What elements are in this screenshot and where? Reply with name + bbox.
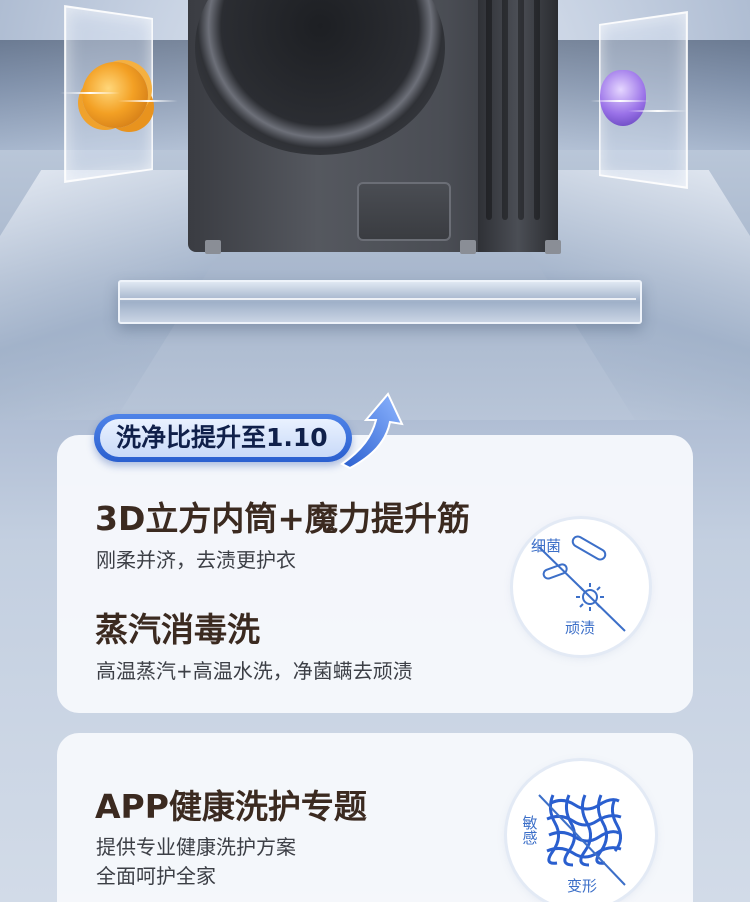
feature-subtitle: 刚柔并济，去渍更护衣: [96, 548, 296, 572]
side-groove: [486, 0, 492, 220]
sparkle-line: [628, 110, 688, 112]
feature-title: 蒸汽消毒洗: [95, 610, 260, 649]
feature-subtitle: 提供专业健康洗护方案: [96, 835, 296, 859]
platform-highlight: [120, 298, 636, 300]
filter-drawer: [357, 182, 451, 241]
icon-label: 变形: [567, 877, 598, 895]
mite-illustration: [600, 70, 646, 126]
fabric-mesh-badge: 敏感 变形: [507, 761, 655, 902]
side-groove: [534, 0, 540, 220]
icon-label: 敏感: [520, 815, 539, 845]
machine-foot: [460, 240, 476, 254]
feature-subtitle: 全面呵护全家: [96, 864, 216, 888]
bacteria-illustration: [82, 62, 148, 128]
product-page: 洗净比提升至1.10 3D立方内筒+魔力提升筋 刚柔并济，去渍更护衣 蒸汽消毒洗…: [0, 0, 750, 902]
side-groove: [518, 0, 524, 220]
feature-subtitle: 高温蒸汽+高温水洗，净菌螨去顽渍: [96, 659, 413, 683]
display-platform: [118, 280, 642, 324]
hero-image: [0, 0, 750, 420]
icon-label: 顽渍: [565, 619, 596, 637]
feature-title: APP健康洗护专题: [95, 787, 367, 826]
washing-machine-side: [478, 0, 558, 252]
machine-foot: [205, 240, 221, 254]
wash-ratio-badge: 洗净比提升至1.10: [94, 414, 352, 462]
sparkle-line: [60, 92, 120, 94]
sparkle-line: [590, 100, 650, 102]
machine-foot: [545, 240, 561, 254]
badge-text: 洗净比提升至1.10: [116, 423, 328, 452]
feature-title: 3D立方内筒+魔力提升筋: [95, 499, 471, 538]
icon-label: 细菌: [531, 537, 562, 555]
up-arrow-icon: [340, 392, 404, 470]
bacteria-stain-badge: 细菌 顽渍: [513, 519, 649, 655]
side-groove: [502, 0, 508, 220]
sparkle-line: [118, 100, 178, 102]
